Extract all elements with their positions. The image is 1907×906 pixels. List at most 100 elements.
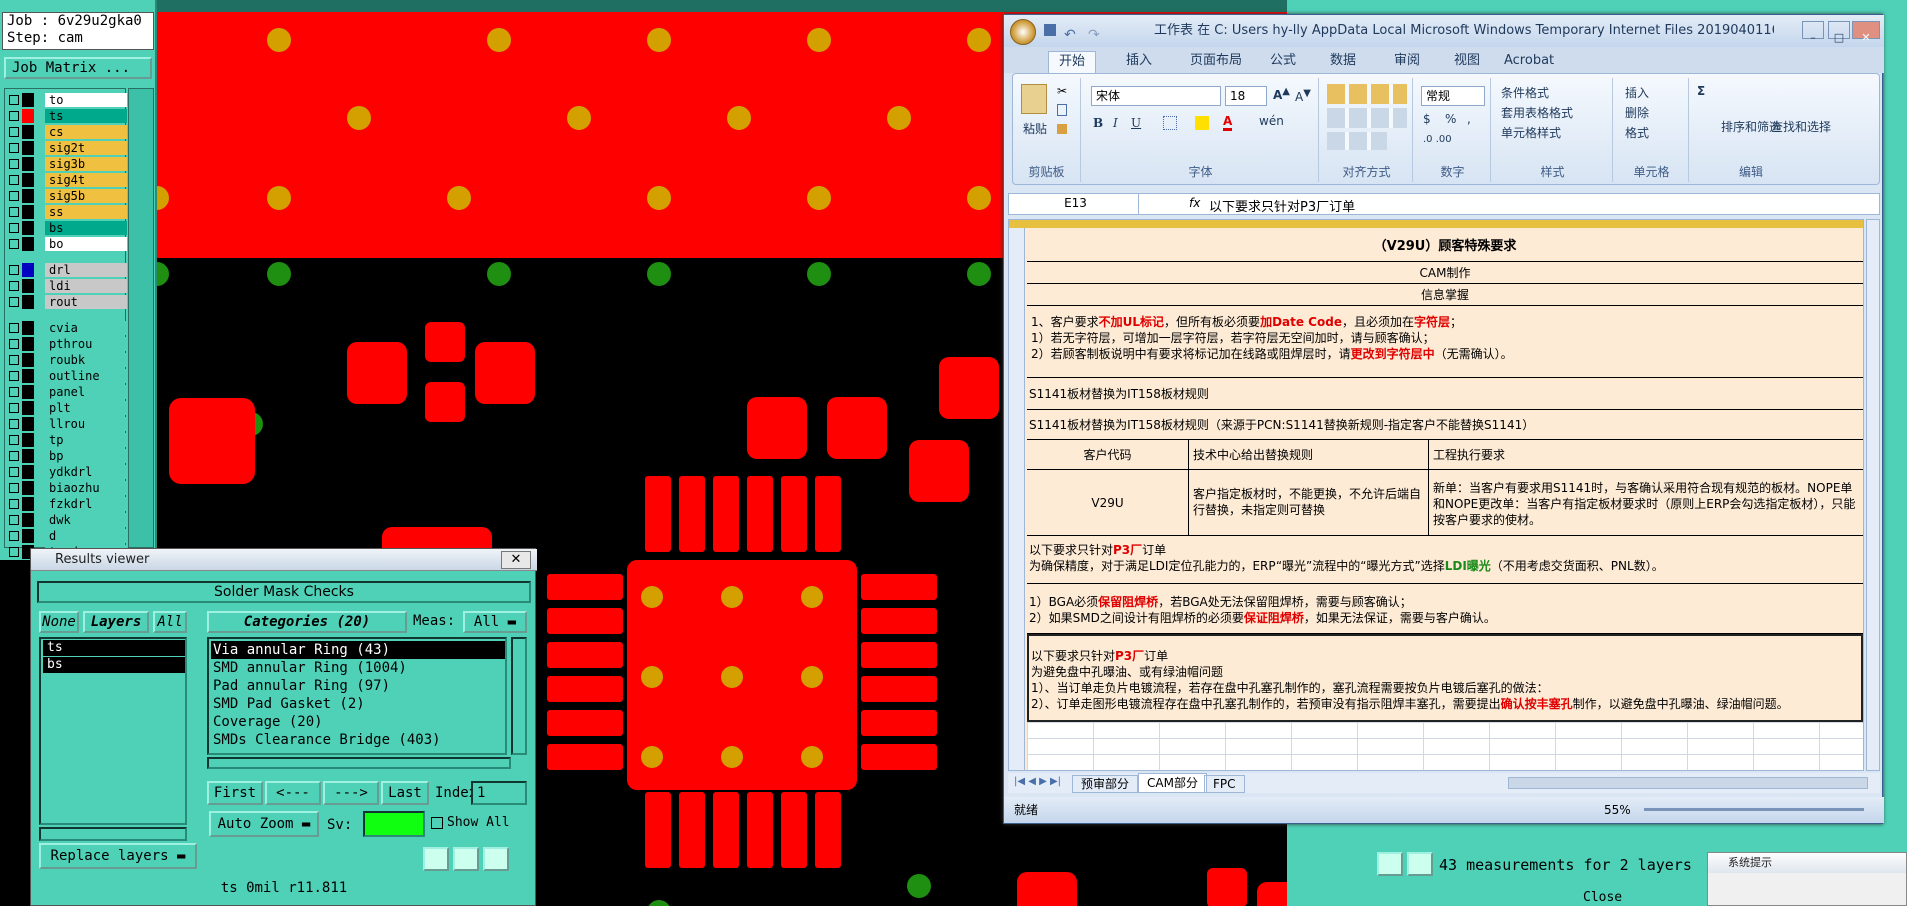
layer-name[interactable]: fzkdrl — [45, 497, 127, 511]
layer-checkbox[interactable] — [9, 207, 19, 217]
layer-color-swatch[interactable] — [22, 189, 34, 203]
layer-color-swatch[interactable] — [22, 205, 34, 219]
layer-name[interactable]: outline — [45, 369, 127, 383]
layer-name[interactable]: plt — [45, 401, 127, 415]
layer-results-list[interactable]: ts bs — [39, 637, 187, 825]
layer-checkbox[interactable] — [9, 143, 19, 153]
categories-button[interactable]: Categories (20) — [207, 611, 407, 633]
layers-button[interactable]: Layers — [83, 611, 149, 633]
layer-scrollbar[interactable] — [128, 88, 154, 548]
phonetic-icon[interactable]: wén — [1259, 114, 1284, 128]
layer-row-tp[interactable]: tp — [9, 433, 127, 447]
layer-checkbox[interactable] — [9, 355, 19, 365]
layer-name[interactable]: d — [45, 529, 127, 543]
layer-color-swatch[interactable] — [22, 401, 34, 415]
layer-checkbox[interactable] — [9, 515, 19, 525]
sheet-tab-cam[interactable]: CAM部分 — [1138, 773, 1207, 793]
layer-color-swatch[interactable] — [22, 353, 34, 367]
find-select-button[interactable]: 查找和选择 — [1771, 118, 1831, 135]
close-button[interactable]: ✕ — [501, 551, 531, 569]
layer-checkbox[interactable] — [9, 175, 19, 185]
sum-icon[interactable]: Σ — [1697, 84, 1705, 98]
layer-result-item[interactable]: ts — [43, 640, 185, 656]
cut-icon[interactable]: ✂ — [1057, 84, 1067, 98]
category-hscroll[interactable] — [207, 757, 511, 769]
category-vscroll[interactable] — [511, 637, 527, 755]
layer-name[interactable]: cs — [45, 125, 127, 139]
horizontal-align-icons[interactable] — [1327, 108, 1407, 128]
cell-customer-code[interactable]: V29U — [1027, 470, 1189, 536]
layer-name[interactable]: ts — [45, 109, 127, 123]
paste-label[interactable]: 粘贴 — [1023, 120, 1047, 137]
cell-exec[interactable]: 新单：当客户有要求用S1141时，与客确认采用符合现有规范的板材。NOPE单和N… — [1429, 470, 1863, 536]
category-item[interactable]: Via annular Ring (43) — [211, 641, 505, 659]
layer-row-sig3b[interactable]: sig3b — [9, 157, 127, 171]
layer-row-sig2t[interactable]: sig2t — [9, 141, 127, 155]
refresh-icon[interactable] — [453, 847, 479, 871]
ribbon-tab[interactable]: 插入 — [1116, 51, 1162, 73]
job-matrix-button[interactable]: Job Matrix ... — [4, 57, 152, 79]
ribbon-tab[interactable]: Acrobat — [1494, 51, 1564, 73]
layer-color-swatch[interactable] — [22, 417, 34, 431]
layer-row-ts[interactable]: ts — [9, 109, 127, 123]
name-box[interactable]: E13 — [1009, 194, 1139, 214]
worksheet-vscroll[interactable] — [1866, 219, 1880, 771]
replace-layers-select[interactable]: Replace layers ▬ — [39, 843, 197, 869]
layer-checkbox[interactable] — [9, 403, 19, 413]
cell-rule-header[interactable]: 技术中心给出替换规则 — [1189, 440, 1429, 470]
category-item[interactable]: Pad annular Ring (97) — [211, 677, 505, 695]
layer-color-swatch[interactable] — [22, 321, 34, 335]
layer-color-swatch[interactable] — [22, 295, 34, 309]
sheet-tab-fpc[interactable]: FPC — [1204, 775, 1245, 793]
font-size-select[interactable]: 18 — [1225, 86, 1267, 106]
cell-info[interactable]: 信息掌握 — [1027, 284, 1863, 306]
index-input[interactable]: 1 — [471, 781, 527, 805]
layer-row-fzkdrl[interactable]: fzkdrl — [9, 497, 127, 511]
all-button[interactable]: All — [153, 611, 187, 633]
layer-checkbox[interactable] — [9, 531, 19, 541]
cell-exec-header[interactable]: 工程执行要求 — [1429, 440, 1863, 470]
layer-row-drl[interactable]: drl — [9, 263, 127, 277]
percent-icon[interactable]: % — [1445, 112, 1456, 126]
layer-checkbox[interactable] — [9, 159, 19, 169]
last-button[interactable]: Last — [381, 781, 429, 805]
layer-row-pthrou[interactable]: pthrou — [9, 337, 127, 351]
window-close-button[interactable]: ✕ — [1852, 21, 1880, 44]
layer-name[interactable]: ss — [45, 205, 127, 219]
layer-checkbox[interactable] — [9, 339, 19, 349]
layer-row-panel[interactable]: panel — [9, 385, 127, 399]
layer-row-cs[interactable]: cs — [9, 125, 127, 139]
sheet-tab-presale[interactable]: 预审部分 — [1072, 775, 1139, 793]
font-name-select[interactable]: 宋体 — [1091, 86, 1221, 106]
empty-rows[interactable] — [1027, 722, 1863, 770]
insert-button[interactable]: 插入 — [1625, 84, 1649, 101]
layer-row-sig5b[interactable]: sig5b — [9, 189, 127, 203]
layer-row-outline[interactable]: outline — [9, 369, 127, 383]
paste-icon[interactable] — [1021, 84, 1047, 114]
layer-name[interactable]: roubk — [45, 353, 127, 367]
category-item[interactable]: Coverage (20) — [211, 713, 505, 731]
layer-checkbox[interactable] — [9, 265, 19, 275]
cell-row6[interactable]: 1、客户要求不加UL标记，但所有板必须要加Date Code，且必须加在字符层；… — [1027, 306, 1863, 378]
layer-row-bo[interactable]: bo — [9, 237, 127, 251]
sv-color-select[interactable] — [363, 811, 425, 837]
layer-checkbox[interactable] — [9, 127, 19, 137]
layer-checkbox[interactable] — [9, 435, 19, 445]
layer-row-cvia[interactable]: cvia — [9, 321, 127, 335]
cell-cam[interactable]: CAM制作 — [1027, 262, 1863, 284]
show-all-checkbox[interactable] — [431, 817, 443, 829]
layer-row-bp[interactable]: bp — [9, 449, 127, 463]
undo-icon[interactable] — [483, 847, 509, 871]
layer-name[interactable]: to — [45, 93, 127, 107]
category-item[interactable]: SMDs Clearance Bridge (403) — [211, 731, 505, 749]
layer-name[interactable]: dwk — [45, 513, 127, 527]
layer-checkbox[interactable] — [9, 419, 19, 429]
layer-checkbox[interactable] — [9, 297, 19, 307]
layer-row-bs[interactable]: bs — [9, 221, 127, 235]
layer-color-swatch[interactable] — [22, 529, 34, 543]
layer-name[interactable]: llrou — [45, 417, 127, 431]
delete-icon[interactable] — [423, 847, 449, 871]
fill-color-icon[interactable] — [1195, 116, 1209, 130]
borders-icon[interactable] — [1163, 116, 1177, 130]
layer-name[interactable]: biaozhu — [45, 481, 127, 495]
